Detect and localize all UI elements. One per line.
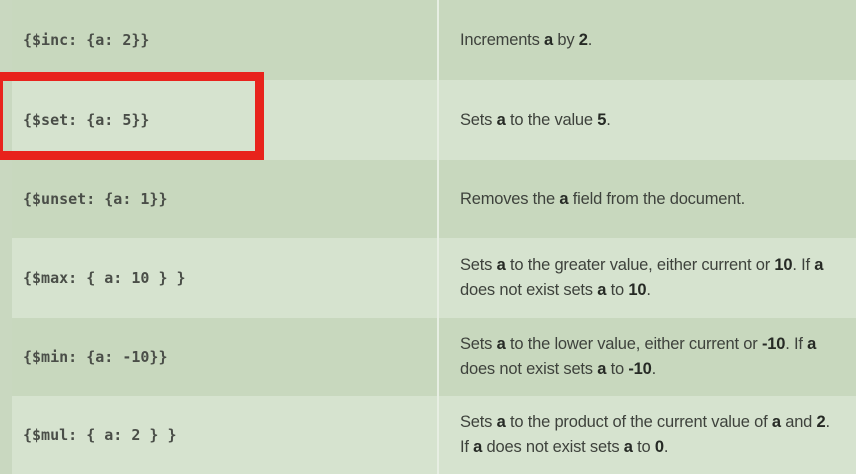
text-segment: does not exist sets xyxy=(460,360,598,378)
text-segment: to xyxy=(606,281,629,299)
table-row: {$min: {a: -10}} Sets a to the lower val… xyxy=(12,318,856,396)
table-row: {$unset: {a: 1}} Removes the a field fro… xyxy=(12,160,856,238)
bold-term: a xyxy=(597,281,607,299)
bold-term: -10 xyxy=(761,335,786,353)
bold-term: a xyxy=(623,438,633,456)
text-segment: . xyxy=(606,110,611,129)
description-text: Sets a to the greater value, either curr… xyxy=(460,253,842,303)
operator-code: {$mul: { a: 2 } } xyxy=(23,426,177,444)
operator-code: {$unset: {a: 1}} xyxy=(23,190,168,208)
bold-term: 10 xyxy=(628,281,647,299)
table-row: {$inc: {a: 2}} Increments a by 2. xyxy=(12,0,856,80)
description-text: Sets a to the product of the current val… xyxy=(460,410,842,460)
operator-description: Removes the a field from the document. xyxy=(439,160,856,238)
text-segment: field from the document. xyxy=(568,189,745,208)
operator-description: Sets a to the lower value, either curren… xyxy=(439,318,856,396)
bold-term: -10 xyxy=(628,360,652,378)
text-segment: . xyxy=(663,438,669,456)
operator-code: {$max: { a: 10 } } xyxy=(23,269,186,287)
description-text: Sets a to the lower value, either curren… xyxy=(460,332,842,382)
operator-description: Increments a by 2. xyxy=(439,0,856,80)
operator-description: Sets a to the value 5. xyxy=(439,80,856,160)
operator-description: Sets a to the product of the current val… xyxy=(439,396,856,474)
bold-term: a xyxy=(473,438,483,456)
bold-term: 5 xyxy=(597,110,607,129)
bold-term: a xyxy=(496,110,506,129)
text-segment: Sets xyxy=(460,335,497,353)
text-segment: to the greater value, either current or xyxy=(505,256,775,274)
operator-code: {$min: {a: -10}} xyxy=(23,348,168,366)
bold-term: a xyxy=(814,256,824,274)
table-row: {$max: { a: 10 } } Sets a to the greater… xyxy=(12,238,856,318)
bold-term: 0 xyxy=(654,438,664,456)
bold-term: 10 xyxy=(774,256,793,274)
text-segment: to the product of the current value of xyxy=(505,413,772,431)
text-segment: Sets xyxy=(460,413,497,431)
text-segment: to xyxy=(632,438,655,456)
bold-term: a xyxy=(597,360,607,378)
bold-term: a xyxy=(496,256,506,274)
text-segment: to the lower value, either current or xyxy=(505,335,762,353)
bold-term: a xyxy=(807,335,817,353)
text-segment: does not exist sets xyxy=(482,438,624,456)
text-segment: does not exist sets xyxy=(460,281,598,299)
description-text: Removes the a field from the document. xyxy=(460,187,745,212)
bold-term: a xyxy=(496,413,506,431)
text-segment: Removes the xyxy=(460,189,560,208)
text-segment: Increments xyxy=(460,30,544,49)
text-segment: by xyxy=(552,30,579,49)
screen: { "rows": [ { "code": "{$inc: {a: 2}}", … xyxy=(0,0,856,474)
table-row: {$mul: { a: 2 } } Sets a to the product … xyxy=(12,396,856,474)
bold-term: a xyxy=(496,335,506,353)
operator-description: Sets a to the greater value, either curr… xyxy=(439,238,856,318)
text-segment: and xyxy=(780,413,817,431)
text-segment: . xyxy=(651,360,657,378)
bold-term: a xyxy=(544,30,553,49)
text-segment: . xyxy=(587,30,593,49)
text-segment: to xyxy=(606,360,629,378)
text-segment: . xyxy=(646,281,651,299)
text-segment: . If xyxy=(785,335,808,353)
operator-code: {$inc: {a: 2}} xyxy=(23,31,150,49)
text-segment: . If xyxy=(792,256,815,274)
description-text: Increments a by 2. xyxy=(460,28,592,53)
bold-term: 2 xyxy=(578,30,588,49)
description-text: Sets a to the value 5. xyxy=(460,108,611,133)
text-segment: Sets xyxy=(460,110,497,129)
text-segment: to the value xyxy=(505,110,598,129)
bold-term: a xyxy=(771,413,781,431)
highlight-box xyxy=(0,72,264,160)
text-segment: Sets xyxy=(460,256,497,274)
bold-term: 2 xyxy=(816,413,826,431)
